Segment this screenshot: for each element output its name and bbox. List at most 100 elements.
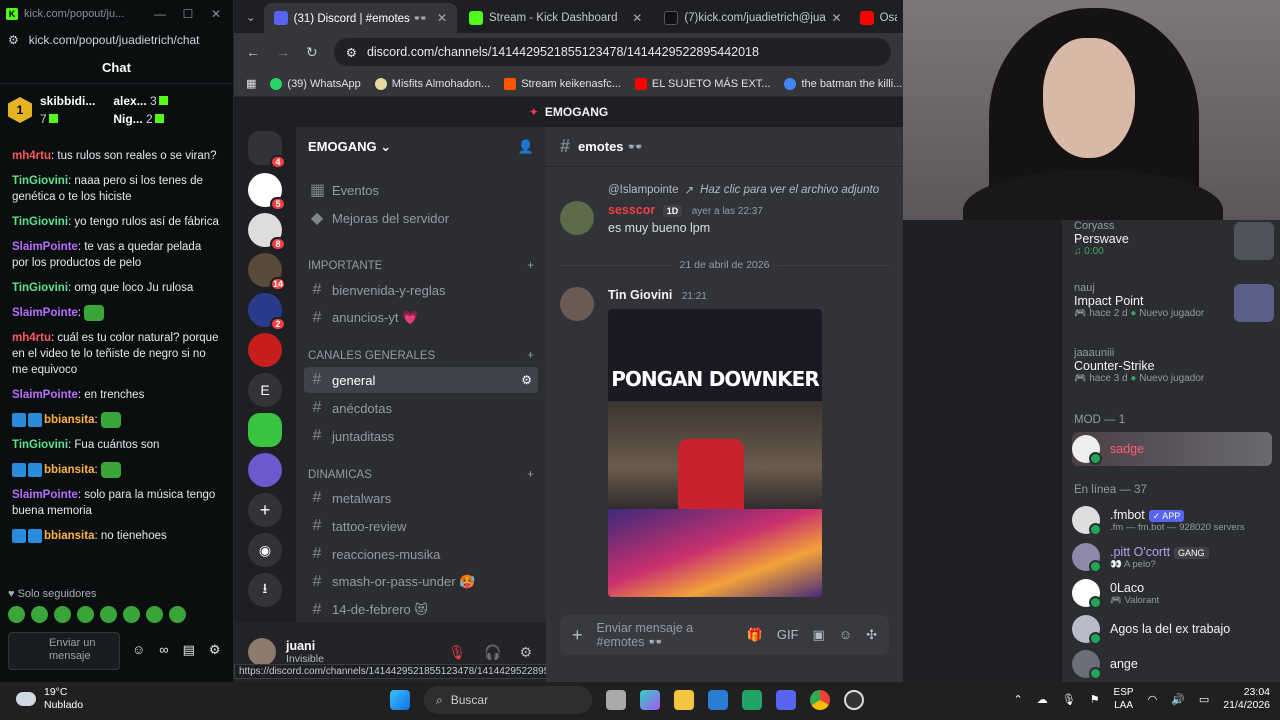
message-author[interactable]: Tin Giovini 21:21 [608,288,707,302]
chat-username[interactable]: TinGiovini [12,282,68,294]
server-icon[interactable]: 8 [248,213,286,251]
emote-icon[interactable] [8,606,25,623]
chat-username[interactable]: mh4rtu [12,332,51,344]
category-dinamicas[interactable]: DINAMICAS + [308,469,534,481]
mic-muted-icon[interactable]: 🎙 [448,644,466,661]
channel-reacciones-musika[interactable]: # reacciones-musika [304,541,538,567]
file-explorer-icon[interactable] [674,690,694,710]
tab-search-button[interactable]: ⌄ [240,6,262,28]
download-icon[interactable]: ⭳ [248,573,282,607]
boosts-item[interactable]: ◆ Mejoras del servidor [304,205,538,231]
avatar[interactable] [560,287,594,321]
member-activity[interactable]: jaaauniii Counter-Strike 🎮 hace 3 d ● Nu… [1074,347,1274,384]
emote-icon[interactable] [31,606,48,623]
kick-url-bar[interactable]: ⚙ kick.com/popout/juadietrich/chat [0,27,233,52]
close-button[interactable]: ✕ [205,7,227,21]
emoji-icon[interactable]: ☺ [132,642,145,658]
chat-username[interactable]: mh4rtu [12,150,51,162]
user-settings-icon[interactable]: ⚙ [519,644,532,661]
server-icon[interactable]: 2 [248,293,286,331]
omnibox[interactable]: ⚙ discord.com/channels/14144295218551234… [333,38,891,66]
sticker-icon[interactable]: ▣ [813,627,825,643]
gift-icon[interactable]: 🎁 [747,627,763,643]
avatar[interactable] [248,638,276,666]
chat-input[interactable]: Enviar un mensaje [8,632,120,670]
onedrive-icon[interactable]: ☁ [1037,693,1048,706]
minimize-button[interactable]: — [149,7,171,21]
server-icon[interactable] [248,413,282,447]
maximize-button[interactable]: ☐ [177,7,199,21]
close-tab-icon[interactable]: ✕ [832,11,842,25]
forward-button[interactable]: → [276,44,290,60]
language-indicator[interactable]: ESP LAA [1114,686,1134,712]
category-canales-generales[interactable]: CANALES GENERALES + [308,350,534,362]
leader-name-2[interactable]: alex... [113,94,146,108]
chat-username[interactable]: TinGiovini [12,439,68,451]
lyra-icon[interactable]: ⚑ [1090,693,1100,706]
channel-general[interactable]: # general ⚙ [304,367,538,393]
member-item[interactable]: .fmbot ✓ APP .fm — fm.bot — 928020 servers [1072,503,1272,537]
member-item[interactable]: .pitt O'cortt GANG 👀 A pelo? [1072,540,1272,574]
site-info-icon[interactable]: ⚙ [346,45,357,60]
bookmark-google[interactable]: the batman the killi... [784,77,902,90]
gear-icon[interactable]: ⚙ [521,373,532,387]
add-server-button[interactable]: + [248,493,282,527]
windows-start-icon[interactable] [390,690,410,710]
emote-icon[interactable] [100,606,117,623]
store-icon[interactable]: ▤ [183,642,195,658]
explore-icon[interactable]: ◉ [248,533,282,567]
chat-username[interactable]: SlaimPointe [12,489,78,501]
clock[interactable]: 23:04 21/4/2026 [1223,686,1270,712]
chat-username[interactable]: bbiansita [44,414,94,426]
chat-username[interactable]: SlaimPointe [12,389,78,401]
gif-icon[interactable]: GIF [777,627,799,643]
microphone-icon[interactable]: 🎙 [1062,693,1076,706]
invite-icon[interactable]: 👤 [518,139,534,155]
apps-icon[interactable]: ✣ [866,627,877,643]
channel-metalwars[interactable]: # metalwars [304,485,538,511]
member-item[interactable]: ange [1072,647,1272,681]
chat-username[interactable]: bbiansita [44,530,94,542]
tab-youtube[interactable]: Osa [854,3,903,33]
task-view-icon[interactable] [606,690,626,710]
wifi-icon[interactable]: ◠ [1148,693,1158,706]
back-button[interactable]: ← [246,44,260,60]
tab-tiktok[interactable]: (7)kick.com/juadietrich@juadi ✕ [654,3,851,33]
word-icon[interactable] [708,690,728,710]
weather-widget[interactable]: 19°C Nublado [16,686,83,712]
chat-username[interactable]: SlaimPointe [12,307,78,319]
add-channel-icon[interactable]: + [527,350,534,362]
bookmark-whatsapp[interactable]: (39) WhatsApp [270,77,361,90]
leader-name-1[interactable]: skibbidi... [40,92,95,110]
chat-username[interactable]: bbiansita [44,464,94,476]
site-settings-icon[interactable]: ⚙ [8,33,19,47]
emoji-icon[interactable]: ☺ [839,627,852,643]
message-author[interactable]: sesscor 1D ayer a las 22:37 [608,203,763,217]
server-emogang[interactable]: E [248,373,282,407]
add-channel-icon[interactable]: + [527,260,534,272]
member-activity[interactable]: nauj Impact Point 🎮 hace 2 d ● Nuevo jug… [1074,282,1274,322]
chrome-icon[interactable] [810,690,830,710]
add-channel-icon[interactable]: + [527,469,534,481]
category-importante[interactable]: IMPORTANTE + [308,260,534,272]
emote-icon[interactable] [169,606,186,623]
server-icon[interactable] [248,333,282,367]
channel-smash-or-pass[interactable]: # smash-or-pass-under 🥵 [304,569,538,595]
channel-14-de-febrero[interactable]: #14-de-febrero 😻 [304,597,538,622]
channel-juntaditass[interactable]: # juntaditass [304,423,538,449]
chevron-up-icon[interactable]: ⌃ [1013,693,1022,706]
discord-taskbar-icon[interactable] [776,690,796,710]
channel-anecdotas[interactable]: # anécdotas [304,395,538,421]
emote-icon[interactable] [77,606,94,623]
channel-tattoo-review[interactable]: # tattoo-review [304,513,538,539]
tab-kick-dashboard[interactable]: Stream - Kick Dashboard ✕ [459,3,652,33]
attachment-image[interactable]: PONGAN DOWNKER [608,309,822,597]
emote-icon[interactable] [146,606,163,623]
close-tab-icon[interactable]: ✕ [632,11,642,25]
channel-anuncios[interactable]: # anuncios-yt 💗 [304,305,538,331]
battery-icon[interactable]: ▭ [1199,693,1209,706]
leader-name-3[interactable]: Nig... [113,112,142,126]
headphones-icon[interactable]: 🎧 [484,644,501,661]
volume-icon[interactable]: 🔊 [1171,693,1185,706]
chat-username[interactable]: SlaimPointe [12,241,78,253]
